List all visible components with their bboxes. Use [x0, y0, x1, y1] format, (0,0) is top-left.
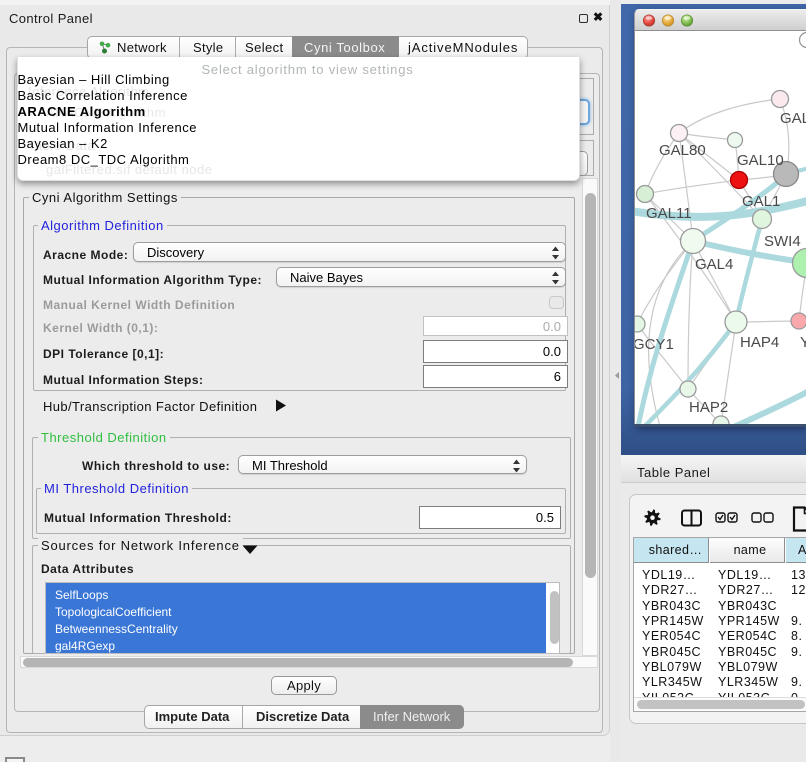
svg-text:GCY1: GCY1 [635, 336, 674, 353]
svg-text:GAL10: GAL10 [737, 152, 784, 169]
svg-text:Y: Y [800, 334, 806, 351]
svg-text:GAL80: GAL80 [659, 142, 706, 159]
svg-text:SWI4: SWI4 [764, 233, 801, 250]
svg-text:GAL: GAL [780, 110, 806, 127]
svg-text:HAP4: HAP4 [740, 334, 779, 351]
svg-text:GAL1: GAL1 [742, 193, 780, 210]
svg-text:GAL4: GAL4 [695, 256, 733, 273]
svg-text:HAP2: HAP2 [689, 399, 728, 416]
svg-text:GAL11: GAL11 [646, 205, 692, 222]
